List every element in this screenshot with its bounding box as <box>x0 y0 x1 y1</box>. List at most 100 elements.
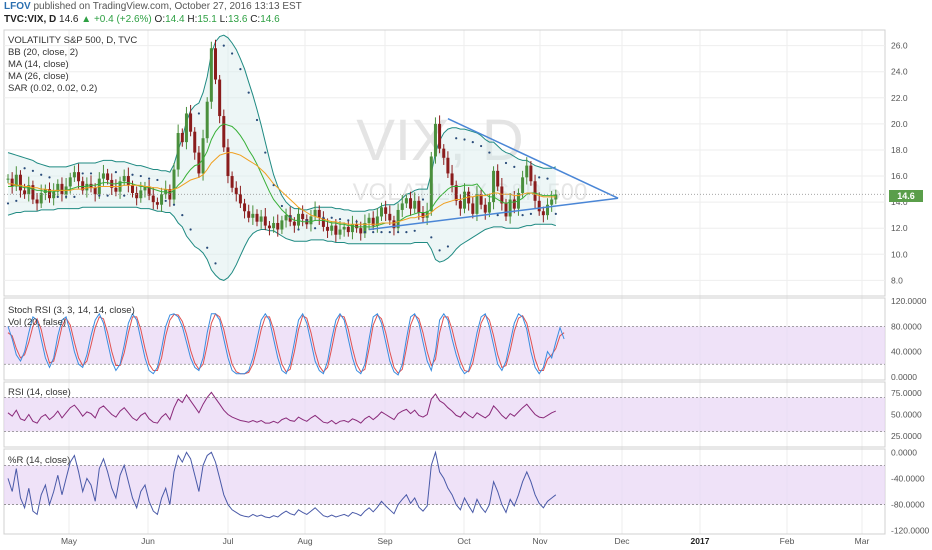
stoch-indicator-1: Vol (20, false) <box>8 317 67 328</box>
sar-dot <box>172 203 176 206</box>
sar-dot <box>214 262 217 265</box>
sar-dot <box>81 172 84 175</box>
candle-body <box>6 178 10 180</box>
candle-body <box>151 195 155 203</box>
x-tick-label: Oct <box>457 536 471 546</box>
candle-body <box>429 156 433 212</box>
candle-body <box>251 213 255 218</box>
sar-dot <box>397 231 400 234</box>
osc-tick-label: 40.0000 <box>891 347 922 357</box>
candle-body <box>346 226 350 233</box>
sar-dot <box>181 214 184 217</box>
wr-indicator-0: %R (14, close) <box>8 455 71 466</box>
candle-body <box>313 209 317 217</box>
candle-body <box>126 176 130 186</box>
sar-dot <box>156 178 159 182</box>
candle-body <box>93 187 97 195</box>
sar-dot <box>405 231 408 234</box>
candle-body <box>438 123 442 149</box>
candle-body <box>446 157 450 174</box>
sar-dot <box>65 195 68 199</box>
x-tick-label: Mar <box>855 536 870 546</box>
sar-dot <box>164 199 167 202</box>
x-tick-label: 2017 <box>691 536 710 546</box>
candle-body <box>222 116 226 148</box>
sar-dot <box>98 194 101 197</box>
candle-body <box>521 177 525 193</box>
x-tick-label: Feb <box>780 536 795 546</box>
price-tick-label: 10.0 <box>891 249 908 259</box>
sar-dot <box>363 231 366 234</box>
x-tick-label: Jul <box>223 536 234 546</box>
sar-dot <box>239 68 242 71</box>
candle-body <box>106 173 110 180</box>
sar-dot <box>31 169 34 172</box>
candle-body <box>483 204 487 213</box>
last-price-tag: 14.6 <box>889 190 923 202</box>
candle-body <box>326 226 330 231</box>
candle-body <box>537 200 541 212</box>
candle-body <box>193 131 197 153</box>
candle-body <box>334 225 338 235</box>
x-tick-label: May <box>61 536 78 546</box>
chart-canvas[interactable]: May Jun Jul Aug Sep Oct Nov Dec 2017 Feb Mar 8.0 10.… <box>0 0 932 550</box>
price-tick-label: 24.0 <box>891 67 908 77</box>
sar-dot <box>15 199 18 202</box>
candle-body <box>184 113 188 143</box>
sar-dot <box>322 216 325 219</box>
candle-body <box>172 169 176 200</box>
sar-dot <box>438 249 441 252</box>
price-tick-label: 22.0 <box>891 93 908 103</box>
candle-body <box>359 228 363 234</box>
price-tick-label: 8.0 <box>891 275 903 285</box>
candle-body <box>267 225 271 229</box>
x-tick-label: Jun <box>141 536 155 546</box>
candle-body <box>135 192 139 199</box>
candle-body <box>338 229 342 235</box>
sar-dot <box>413 229 416 232</box>
main-indicator-1: BB (20, close, 2) <box>8 47 79 58</box>
sar-dot <box>554 212 557 215</box>
sar-dot <box>513 165 516 169</box>
candle-body <box>400 203 404 210</box>
candle-body <box>255 213 259 222</box>
candle-body <box>23 190 27 195</box>
sar-dot <box>123 194 126 197</box>
overbought-oversold-band <box>4 397 885 432</box>
sar-dot <box>40 173 43 176</box>
candle-body <box>114 187 118 192</box>
osc-tick-label: 120.0000 <box>891 296 927 306</box>
overbought-oversold-band <box>4 326 885 365</box>
candle-body <box>176 133 180 170</box>
candle-body <box>330 225 334 231</box>
sar-dot <box>56 195 59 199</box>
candle-body <box>201 138 205 174</box>
sar-dot <box>289 215 292 218</box>
x-tick-label: Dec <box>614 536 630 546</box>
candle-body <box>342 226 346 230</box>
sar-dot <box>380 231 383 234</box>
candle-body <box>180 133 184 143</box>
candle-body <box>309 216 313 225</box>
sar-dot <box>255 118 259 122</box>
candle-body <box>131 185 134 193</box>
sar-dot <box>546 177 549 180</box>
candle-body <box>284 215 288 221</box>
sar-dot <box>496 214 499 217</box>
osc-tick-label: 80.0000 <box>891 321 922 331</box>
stoch-indicator-0: Stoch RSI (3, 3, 14, 14, close) <box>8 305 135 316</box>
osc-tick-label: 0.0000 <box>891 447 917 457</box>
candle-body <box>189 113 193 132</box>
main-indicator-4: SAR (0.02, 0.02, 0.2) <box>8 83 98 94</box>
sar-dot <box>297 228 300 231</box>
candle-body <box>433 123 437 157</box>
sar-dot <box>421 198 425 201</box>
sar-dot <box>106 194 109 197</box>
candle-body <box>226 147 230 177</box>
sar-dot <box>73 195 76 199</box>
sar-dot <box>529 212 533 215</box>
price-tick-label: 20.0 <box>891 119 908 129</box>
candle-body <box>218 79 222 117</box>
sar-dot <box>430 236 433 239</box>
candle-body <box>380 207 383 217</box>
